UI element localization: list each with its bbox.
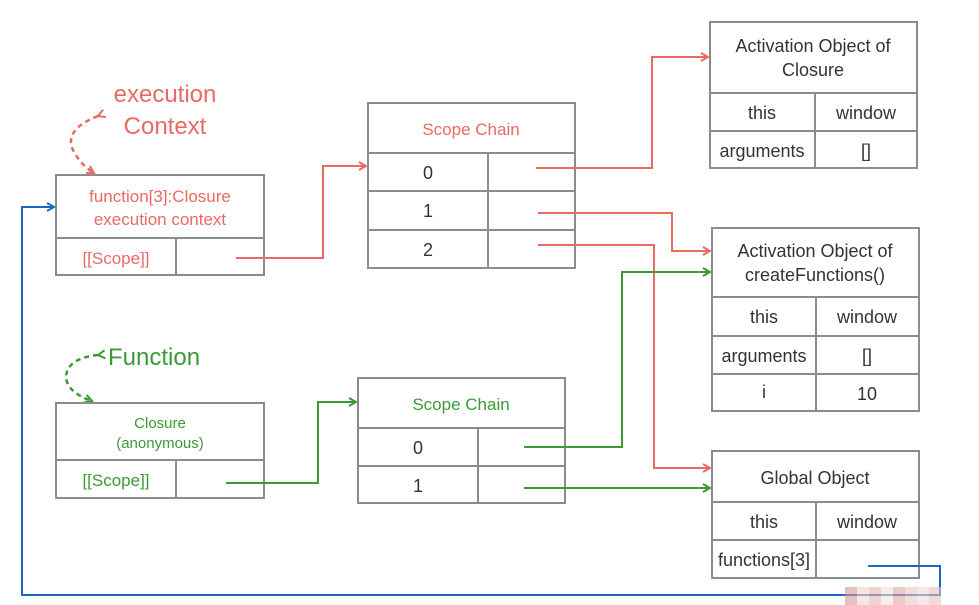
scope-label: [[Scope]] <box>82 471 149 490</box>
diagram: execution Context Function function[3]:C… <box>0 0 979 605</box>
index: 1 <box>413 476 423 496</box>
key: this <box>750 512 778 532</box>
box-title: Activation Object of <box>737 241 893 261</box>
box-title: Scope Chain <box>412 395 509 414</box>
key: this <box>750 307 778 327</box>
index: 0 <box>423 163 433 183</box>
value: window <box>836 307 898 327</box>
box-title: Activation Object of <box>735 36 891 56</box>
index: 0 <box>413 438 423 458</box>
box-title: function[3]:Closure <box>89 187 231 206</box>
box-title: Closure <box>782 60 844 80</box>
execution-context-label-1: execution <box>114 81 217 108</box>
scope-label: [[Scope]] <box>82 249 149 268</box>
box-title: Global Object <box>760 468 869 488</box>
value: [] <box>861 141 871 161</box>
diagram-canvas: execution Context Function function[3]:C… <box>21 21 941 605</box>
value: 10 <box>857 384 877 404</box>
key: arguments <box>719 141 804 161</box>
index: 1 <box>423 201 433 221</box>
value: [] <box>862 346 872 366</box>
activation-object-createfunctions: Activation Object of createFunctions() t… <box>711 227 920 412</box>
dashed-relation-arrow <box>64 355 98 401</box>
execution-context-label-2: Context <box>124 113 207 140</box>
box-title: execution context <box>94 210 227 229</box>
execution-context-box: function[3]:Closure execution context [[… <box>55 174 265 276</box>
box-title: createFunctions() <box>745 265 885 285</box>
key: i <box>762 382 766 402</box>
global-object: Global Object this window functions[3] <box>711 450 920 579</box>
key: this <box>748 103 776 123</box>
value: window <box>836 512 898 532</box>
index: 2 <box>423 240 433 260</box>
box-title: Scope Chain <box>422 120 519 139</box>
key: functions[3] <box>718 550 810 570</box>
dashed-relation-arrow <box>69 116 98 175</box>
scope-chain-1: Scope Chain 0 1 2 <box>367 102 576 269</box>
box-title: (anonymous) <box>116 435 204 452</box>
box-title: Closure <box>134 415 186 432</box>
watermark-blur <box>845 587 941 605</box>
value: window <box>835 103 897 123</box>
key: arguments <box>721 346 806 366</box>
scope-chain-2: Scope Chain 0 1 <box>357 377 566 504</box>
activation-object-closure: Activation Object of Closure this window… <box>709 21 918 169</box>
function-label: Function <box>108 344 200 371</box>
